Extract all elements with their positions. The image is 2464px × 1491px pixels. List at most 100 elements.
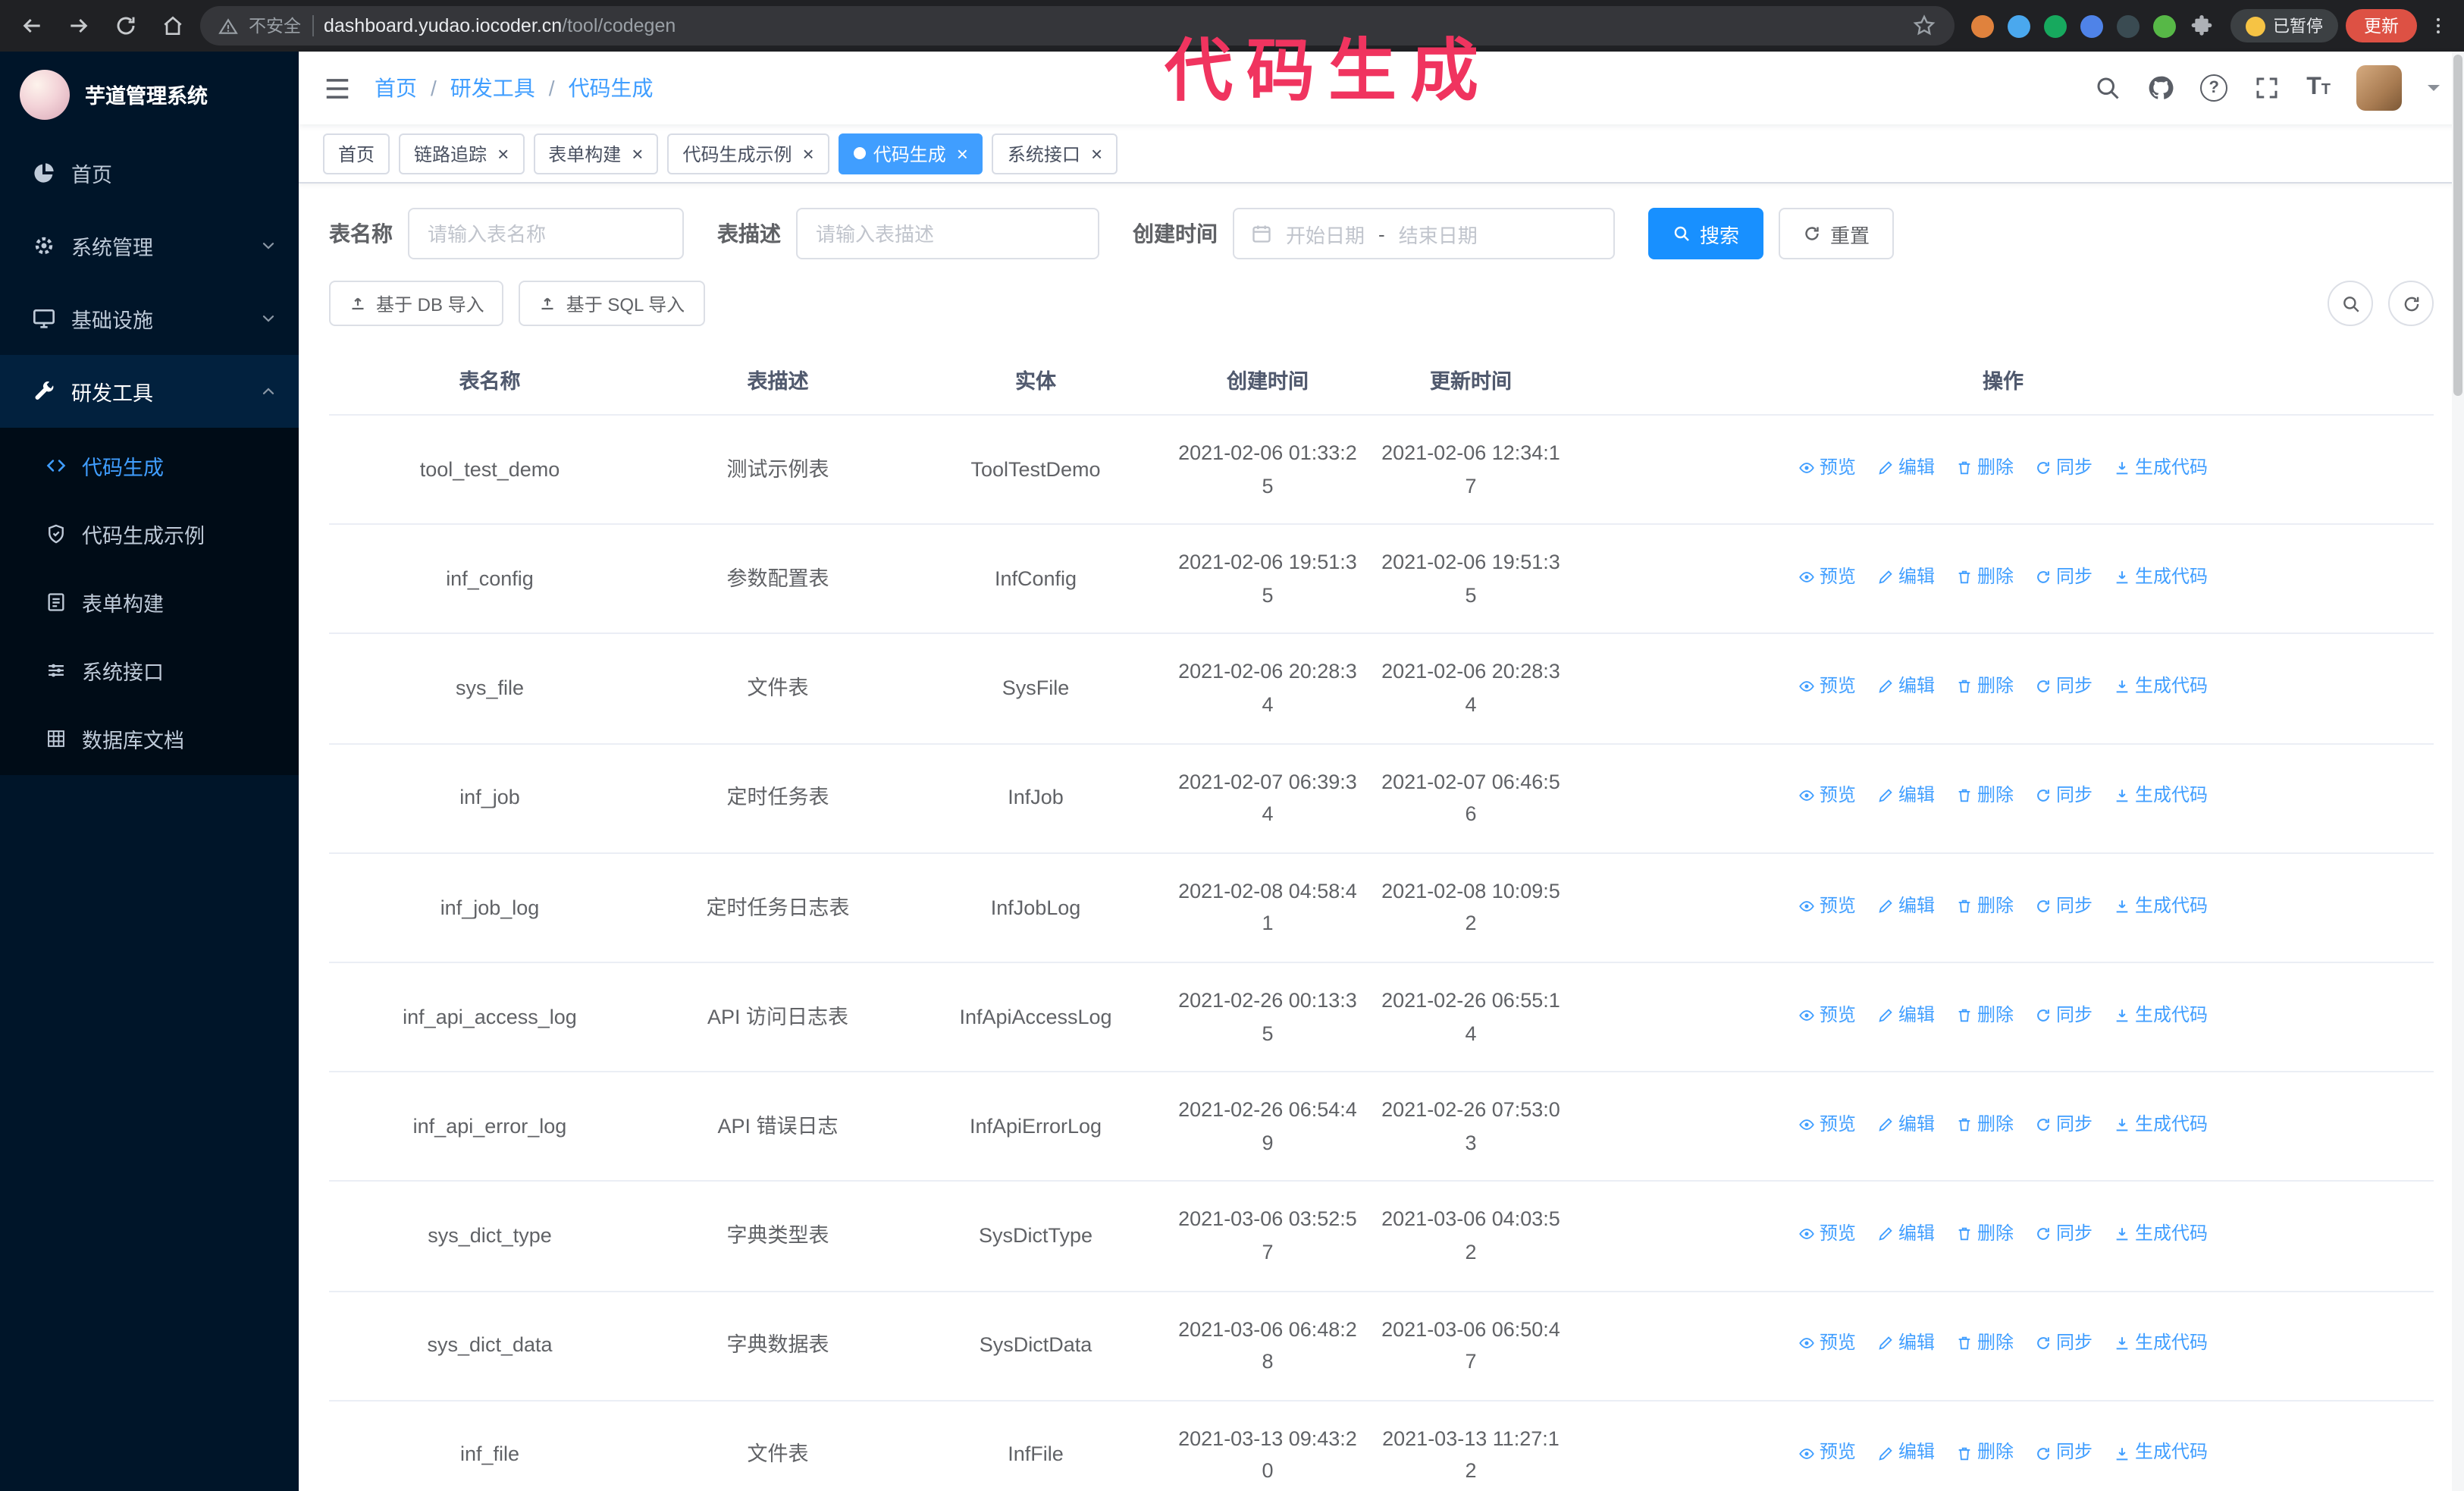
action-preview-link[interactable]: 预览 <box>1798 1329 1856 1358</box>
action-generate-link[interactable]: 生成代码 <box>2114 1000 2208 1029</box>
reset-button[interactable]: 重置 <box>1779 208 1895 259</box>
extension-icon[interactable] <box>2008 14 2030 37</box>
close-icon[interactable]: × <box>1091 143 1102 163</box>
tab-system-api[interactable]: 系统接口 × <box>992 133 1118 174</box>
bookmark-star-icon[interactable] <box>1912 14 1936 38</box>
action-delete-link[interactable]: 删除 <box>1956 1219 2014 1248</box>
action-delete-link[interactable]: 删除 <box>1956 1000 2014 1029</box>
help-icon[interactable]: ? <box>2200 74 2228 102</box>
tab-codegen-example[interactable]: 代码生成示例 × <box>667 133 829 174</box>
action-generate-link[interactable]: 生成代码 <box>2114 782 2208 811</box>
action-edit-link[interactable]: 编辑 <box>1877 1219 1935 1248</box>
paused-badge[interactable]: 已暂停 <box>2230 9 2338 42</box>
action-delete-link[interactable]: 删除 <box>1956 891 2014 920</box>
tab-home[interactable]: 首页 <box>323 133 390 174</box>
refresh-icon[interactable] <box>2388 281 2434 326</box>
sidebar-subitem-form-builder[interactable]: 表单构建 <box>0 567 299 636</box>
action-generate-link[interactable]: 生成代码 <box>2114 454 2208 482</box>
breadcrumb-item-devtools[interactable]: 研发工具 <box>450 73 535 103</box>
search-icon[interactable] <box>2094 74 2121 102</box>
reload-icon[interactable] <box>106 6 146 46</box>
date-range-picker[interactable]: 开始日期 - 结束日期 <box>1233 208 1615 259</box>
action-sync-link[interactable]: 同步 <box>2035 672 2093 701</box>
close-icon[interactable]: × <box>957 143 968 163</box>
home-icon[interactable] <box>153 6 193 46</box>
action-generate-link[interactable]: 生成代码 <box>2114 891 2208 920</box>
sidebar-logo[interactable]: 芋道管理系统 <box>0 52 299 137</box>
action-preview-link[interactable]: 预览 <box>1798 891 1856 920</box>
user-avatar[interactable] <box>2356 65 2402 111</box>
action-preview-link[interactable]: 预览 <box>1798 1000 1856 1029</box>
sidebar-item-devtools[interactable]: 研发工具 <box>0 355 299 428</box>
sidebar-item-home[interactable]: 首页 <box>0 137 299 209</box>
close-icon[interactable]: × <box>632 143 643 163</box>
import-sql-button[interactable]: 基于 SQL 导入 <box>519 281 705 326</box>
action-sync-link[interactable]: 同步 <box>2035 563 2093 592</box>
action-sync-link[interactable]: 同步 <box>2035 1219 2093 1248</box>
action-delete-link[interactable]: 删除 <box>1956 1110 2014 1139</box>
action-preview-link[interactable]: 预览 <box>1798 1110 1856 1139</box>
action-preview-link[interactable]: 预览 <box>1798 1219 1856 1248</box>
tab-tracing[interactable]: 链路追踪 × <box>399 133 525 174</box>
action-generate-link[interactable]: 生成代码 <box>2114 1329 2208 1358</box>
action-delete-link[interactable]: 删除 <box>1956 672 2014 701</box>
action-preview-link[interactable]: 预览 <box>1798 1439 1856 1467</box>
scrollbar-thumb[interactable] <box>2453 55 2462 396</box>
action-edit-link[interactable]: 编辑 <box>1877 782 1935 811</box>
action-edit-link[interactable]: 编辑 <box>1877 672 1935 701</box>
update-button[interactable]: 更新 <box>2346 9 2417 42</box>
action-delete-link[interactable]: 删除 <box>1956 454 2014 482</box>
extension-icon[interactable] <box>2044 14 2067 37</box>
action-generate-link[interactable]: 生成代码 <box>2114 1219 2208 1248</box>
action-edit-link[interactable]: 编辑 <box>1877 563 1935 592</box>
action-generate-link[interactable]: 生成代码 <box>2114 563 2208 592</box>
action-generate-link[interactable]: 生成代码 <box>2114 1439 2208 1467</box>
back-icon[interactable] <box>12 6 52 46</box>
close-icon[interactable]: × <box>803 143 814 163</box>
address-bar[interactable]: 不安全 dashboard.yudao.iocoder.cn/tool/code… <box>200 6 1955 46</box>
sidebar-item-infra[interactable]: 基础设施 <box>0 282 299 355</box>
action-edit-link[interactable]: 编辑 <box>1877 1110 1935 1139</box>
action-preview-link[interactable]: 预览 <box>1798 672 1856 701</box>
import-db-button[interactable]: 基于 DB 导入 <box>329 281 504 326</box>
action-preview-link[interactable]: 预览 <box>1798 563 1856 592</box>
sidebar-subitem-codegen-example[interactable]: 代码生成示例 <box>0 499 299 567</box>
action-sync-link[interactable]: 同步 <box>2035 454 2093 482</box>
extension-icon[interactable] <box>2153 14 2176 37</box>
toggle-search-icon[interactable] <box>2328 281 2373 326</box>
action-sync-link[interactable]: 同步 <box>2035 782 2093 811</box>
forward-icon[interactable] <box>59 6 99 46</box>
action-edit-link[interactable]: 编辑 <box>1877 891 1935 920</box>
action-preview-link[interactable]: 预览 <box>1798 454 1856 482</box>
tab-form-builder[interactable]: 表单构建 × <box>533 133 659 174</box>
action-edit-link[interactable]: 编辑 <box>1877 1000 1935 1029</box>
action-generate-link[interactable]: 生成代码 <box>2114 672 2208 701</box>
sidebar-item-system[interactable]: 系统管理 <box>0 209 299 282</box>
sidebar-subitem-system-api[interactable]: 系统接口 <box>0 636 299 704</box>
menu-fold-icon[interactable] <box>323 74 352 102</box>
action-sync-link[interactable]: 同步 <box>2035 1329 2093 1358</box>
chrome-menu-icon[interactable] <box>2425 9 2452 42</box>
sidebar-subitem-codegen[interactable]: 代码生成 <box>0 431 299 499</box>
action-sync-link[interactable]: 同步 <box>2035 1000 2093 1029</box>
breadcrumb-item-codegen[interactable]: 代码生成 <box>569 73 654 103</box>
action-edit-link[interactable]: 编辑 <box>1877 454 1935 482</box>
table-name-input[interactable] <box>408 208 684 259</box>
action-delete-link[interactable]: 删除 <box>1956 563 2014 592</box>
action-delete-link[interactable]: 删除 <box>1956 1329 2014 1358</box>
table-desc-input[interactable] <box>796 208 1099 259</box>
chevron-down-icon[interactable] <box>2428 85 2440 97</box>
action-edit-link[interactable]: 编辑 <box>1877 1329 1935 1358</box>
search-button[interactable]: 搜索 <box>1648 208 1764 259</box>
breadcrumb-item-home[interactable]: 首页 <box>375 73 417 103</box>
action-delete-link[interactable]: 删除 <box>1956 782 2014 811</box>
action-sync-link[interactable]: 同步 <box>2035 1439 2093 1467</box>
action-edit-link[interactable]: 编辑 <box>1877 1439 1935 1467</box>
extension-icon[interactable] <box>2080 14 2103 37</box>
extension-icon[interactable] <box>1971 14 1994 37</box>
close-icon[interactable]: × <box>497 143 509 163</box>
font-size-icon[interactable]: TT <box>2306 74 2331 102</box>
action-sync-link[interactable]: 同步 <box>2035 891 2093 920</box>
action-generate-link[interactable]: 生成代码 <box>2114 1110 2208 1139</box>
tab-codegen[interactable]: 代码生成 × <box>838 133 983 174</box>
